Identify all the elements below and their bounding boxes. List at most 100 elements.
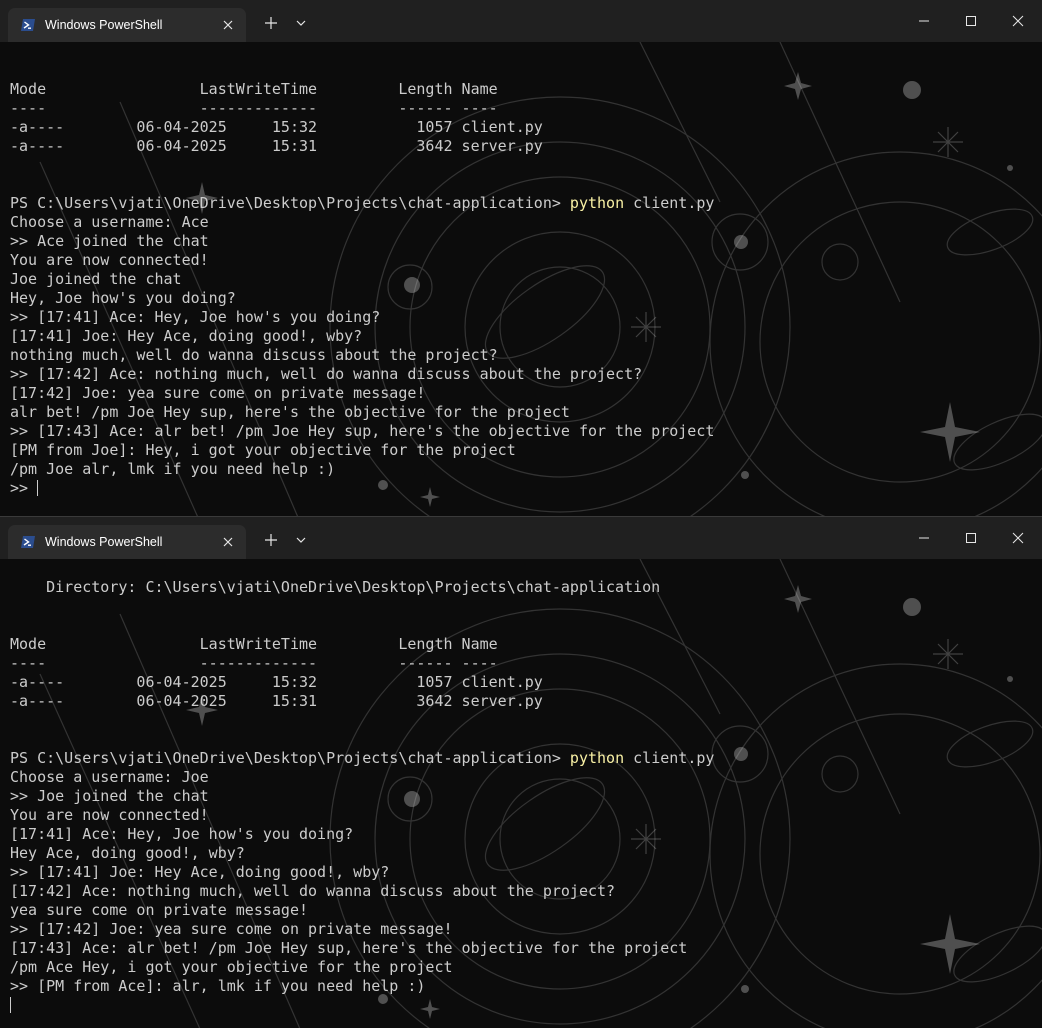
terminal-line: >> [17:43] Ace: alr bet! /pm Joe Hey sup… bbox=[10, 422, 714, 441]
line-text: Joe joined the chat bbox=[10, 270, 182, 288]
terminal-output[interactable]: Directory: C:\Users\vjati\OneDrive\Deskt… bbox=[0, 559, 1042, 1028]
command-name: python bbox=[569, 194, 625, 212]
line-text: /pm Ace Hey, i got your objective for th… bbox=[10, 958, 453, 976]
minimize-button[interactable] bbox=[904, 6, 944, 36]
powershell-icon bbox=[21, 19, 35, 31]
line-text: Directory: C:\Users\vjati\OneDrive\Deskt… bbox=[10, 578, 661, 596]
terminal-line: Hey Ace, doing good!, wby? bbox=[10, 844, 714, 863]
text-cursor bbox=[37, 480, 39, 496]
terminal-line: [17:42] Ace: nothing much, well do wanna… bbox=[10, 882, 714, 901]
terminal-line: nothing much, well do wanna discuss abou… bbox=[10, 346, 714, 365]
terminal-line: [17:41] Ace: Hey, Joe how's you doing? bbox=[10, 825, 714, 844]
terminal-line: Mode LastWriteTime Length Name bbox=[10, 80, 714, 99]
close-window-button[interactable] bbox=[998, 523, 1038, 553]
terminal-line: [17:43] Ace: alr bet! /pm Joe Hey sup, h… bbox=[10, 939, 714, 958]
line-text: Choose a username: Ace bbox=[10, 213, 209, 231]
terminal-line bbox=[10, 996, 714, 1015]
line-text: -a---- 06-04-2025 15:31 3642 server.py bbox=[10, 692, 543, 710]
line-text: [17:43] Ace: alr bet! /pm Joe Hey sup, h… bbox=[10, 939, 688, 957]
chevron-down-icon[interactable] bbox=[294, 15, 308, 31]
line-text: ---- ------------- ------ ---- bbox=[10, 99, 498, 117]
plus-icon[interactable] bbox=[262, 14, 280, 32]
title-bar[interactable]: Windows PowerShell bbox=[0, 0, 1042, 42]
line-text: ---- ------------- ------ ---- bbox=[10, 654, 498, 672]
tab-windows-powershell[interactable]: Windows PowerShell bbox=[8, 8, 246, 42]
minimize-icon bbox=[919, 537, 929, 539]
terminal-line: Mode LastWriteTime Length Name bbox=[10, 635, 714, 654]
maximize-icon bbox=[966, 16, 976, 26]
line-text: >> [PM from Ace]: alr, lmk if you need h… bbox=[10, 977, 426, 995]
terminal-line: >> Ace joined the chat bbox=[10, 232, 714, 251]
minimize-icon bbox=[919, 20, 929, 22]
line-text: >> Joe joined the chat bbox=[10, 787, 209, 805]
command-args: client.py bbox=[624, 194, 715, 212]
close-icon[interactable] bbox=[220, 534, 236, 550]
tab-title: Windows PowerShell bbox=[45, 535, 163, 549]
terminal-line: -a---- 06-04-2025 15:32 1057 client.py bbox=[10, 118, 714, 137]
line-text: >> [17:41] Ace: Hey, Joe how's you doing… bbox=[10, 308, 381, 326]
terminal-line: >> [17:41] Joe: Hey Ace, doing good!, wb… bbox=[10, 863, 714, 882]
title-bar[interactable]: Windows PowerShell bbox=[0, 517, 1042, 559]
terminal-line: /pm Joe alr, lmk if you need help :) bbox=[10, 460, 714, 479]
line-text: -a---- 06-04-2025 15:31 3642 server.py bbox=[10, 137, 543, 155]
powershell-window-top: Windows PowerShell Mode LastWriteTime Le… bbox=[0, 0, 1042, 516]
line-text: >> bbox=[10, 479, 38, 497]
terminal-line: [17:41] Joe: Hey Ace, doing good!, wby? bbox=[10, 327, 714, 346]
terminal-line: >> bbox=[10, 479, 714, 498]
terminal-line: >> [17:41] Ace: Hey, Joe how's you doing… bbox=[10, 308, 714, 327]
line-text: >> [17:43] Ace: alr bet! /pm Joe Hey sup… bbox=[10, 422, 715, 440]
terminal-line: -a---- 06-04-2025 15:32 1057 client.py bbox=[10, 673, 714, 692]
plus-icon[interactable] bbox=[262, 531, 280, 549]
terminal-line: Choose a username: Joe bbox=[10, 768, 714, 787]
line-text: /pm Joe alr, lmk if you need help :) bbox=[10, 460, 336, 478]
line-text: Hey Ace, doing good!, wby? bbox=[10, 844, 245, 862]
terminal-line: >> [17:42] Ace: nothing much, well do wa… bbox=[10, 365, 714, 384]
terminal-line: >> [17:42] Joe: yea sure come on private… bbox=[10, 920, 714, 939]
terminal-line: PS C:\Users\vjati\OneDrive\Desktop\Proje… bbox=[10, 749, 714, 768]
tab-windows-powershell[interactable]: Windows PowerShell bbox=[8, 525, 246, 559]
terminal-output[interactable]: Mode LastWriteTime Length Name ---- -----… bbox=[0, 42, 1042, 516]
powershell-window-bottom: Windows PowerShell Directory: C:\Users\v… bbox=[0, 516, 1042, 1028]
line-text: [17:41] Joe: Hey Ace, doing good!, wby? bbox=[10, 327, 363, 345]
maximize-icon bbox=[966, 533, 976, 543]
maximize-button[interactable] bbox=[951, 6, 991, 36]
close-icon[interactable] bbox=[220, 17, 236, 33]
terminal-line: [17:42] Joe: yea sure come on private me… bbox=[10, 384, 714, 403]
text-cursor bbox=[10, 997, 11, 1013]
minimize-button[interactable] bbox=[904, 523, 944, 553]
line-text: [17:41] Ace: Hey, Joe how's you doing? bbox=[10, 825, 354, 843]
terminal-lines: Mode LastWriteTime Length Name ---- -----… bbox=[10, 42, 714, 498]
tab-title: Windows PowerShell bbox=[45, 18, 163, 32]
maximize-button[interactable] bbox=[951, 523, 991, 553]
line-text: >> [17:42] Joe: yea sure come on private… bbox=[10, 920, 453, 938]
line-text: alr bet! /pm Joe Hey sup, here's the obj… bbox=[10, 403, 570, 421]
line-text: nothing much, well do wanna discuss abou… bbox=[10, 346, 498, 364]
terminal-line: -a---- 06-04-2025 15:31 3642 server.py bbox=[10, 692, 714, 711]
close-window-button[interactable] bbox=[998, 6, 1038, 36]
prompt-path: PS C:\Users\vjati\OneDrive\Desktop\Proje… bbox=[10, 749, 570, 767]
terminal-line: [PM from Joe]: Hey, i got your objective… bbox=[10, 441, 714, 460]
terminal-line: /pm Ace Hey, i got your objective for th… bbox=[10, 958, 714, 977]
terminal-line: ---- ------------- ------ ---- bbox=[10, 99, 714, 118]
line-text: >> Ace joined the chat bbox=[10, 232, 209, 250]
line-text: -a---- 06-04-2025 15:32 1057 client.py bbox=[10, 118, 543, 136]
terminal-line: ---- ------------- ------ ---- bbox=[10, 654, 714, 673]
chevron-down-icon[interactable] bbox=[294, 532, 308, 548]
terminal-line: -a---- 06-04-2025 15:31 3642 server.py bbox=[10, 137, 714, 156]
terminal-line: You are now connected! bbox=[10, 251, 714, 270]
line-text: Choose a username: Joe bbox=[10, 768, 209, 786]
line-text: yea sure come on private message! bbox=[10, 901, 309, 919]
terminal-line: >> Joe joined the chat bbox=[10, 787, 714, 806]
terminal-line: Hey, Joe how's you doing? bbox=[10, 289, 714, 308]
terminal-line: >> [PM from Ace]: alr, lmk if you need h… bbox=[10, 977, 714, 996]
line-text: >> [17:41] Joe: Hey Ace, doing good!, wb… bbox=[10, 863, 390, 881]
terminal-lines: Directory: C:\Users\vjati\OneDrive\Deskt… bbox=[10, 559, 714, 1015]
powershell-icon bbox=[21, 536, 35, 548]
line-text: Mode LastWriteTime Length Name bbox=[10, 635, 498, 653]
